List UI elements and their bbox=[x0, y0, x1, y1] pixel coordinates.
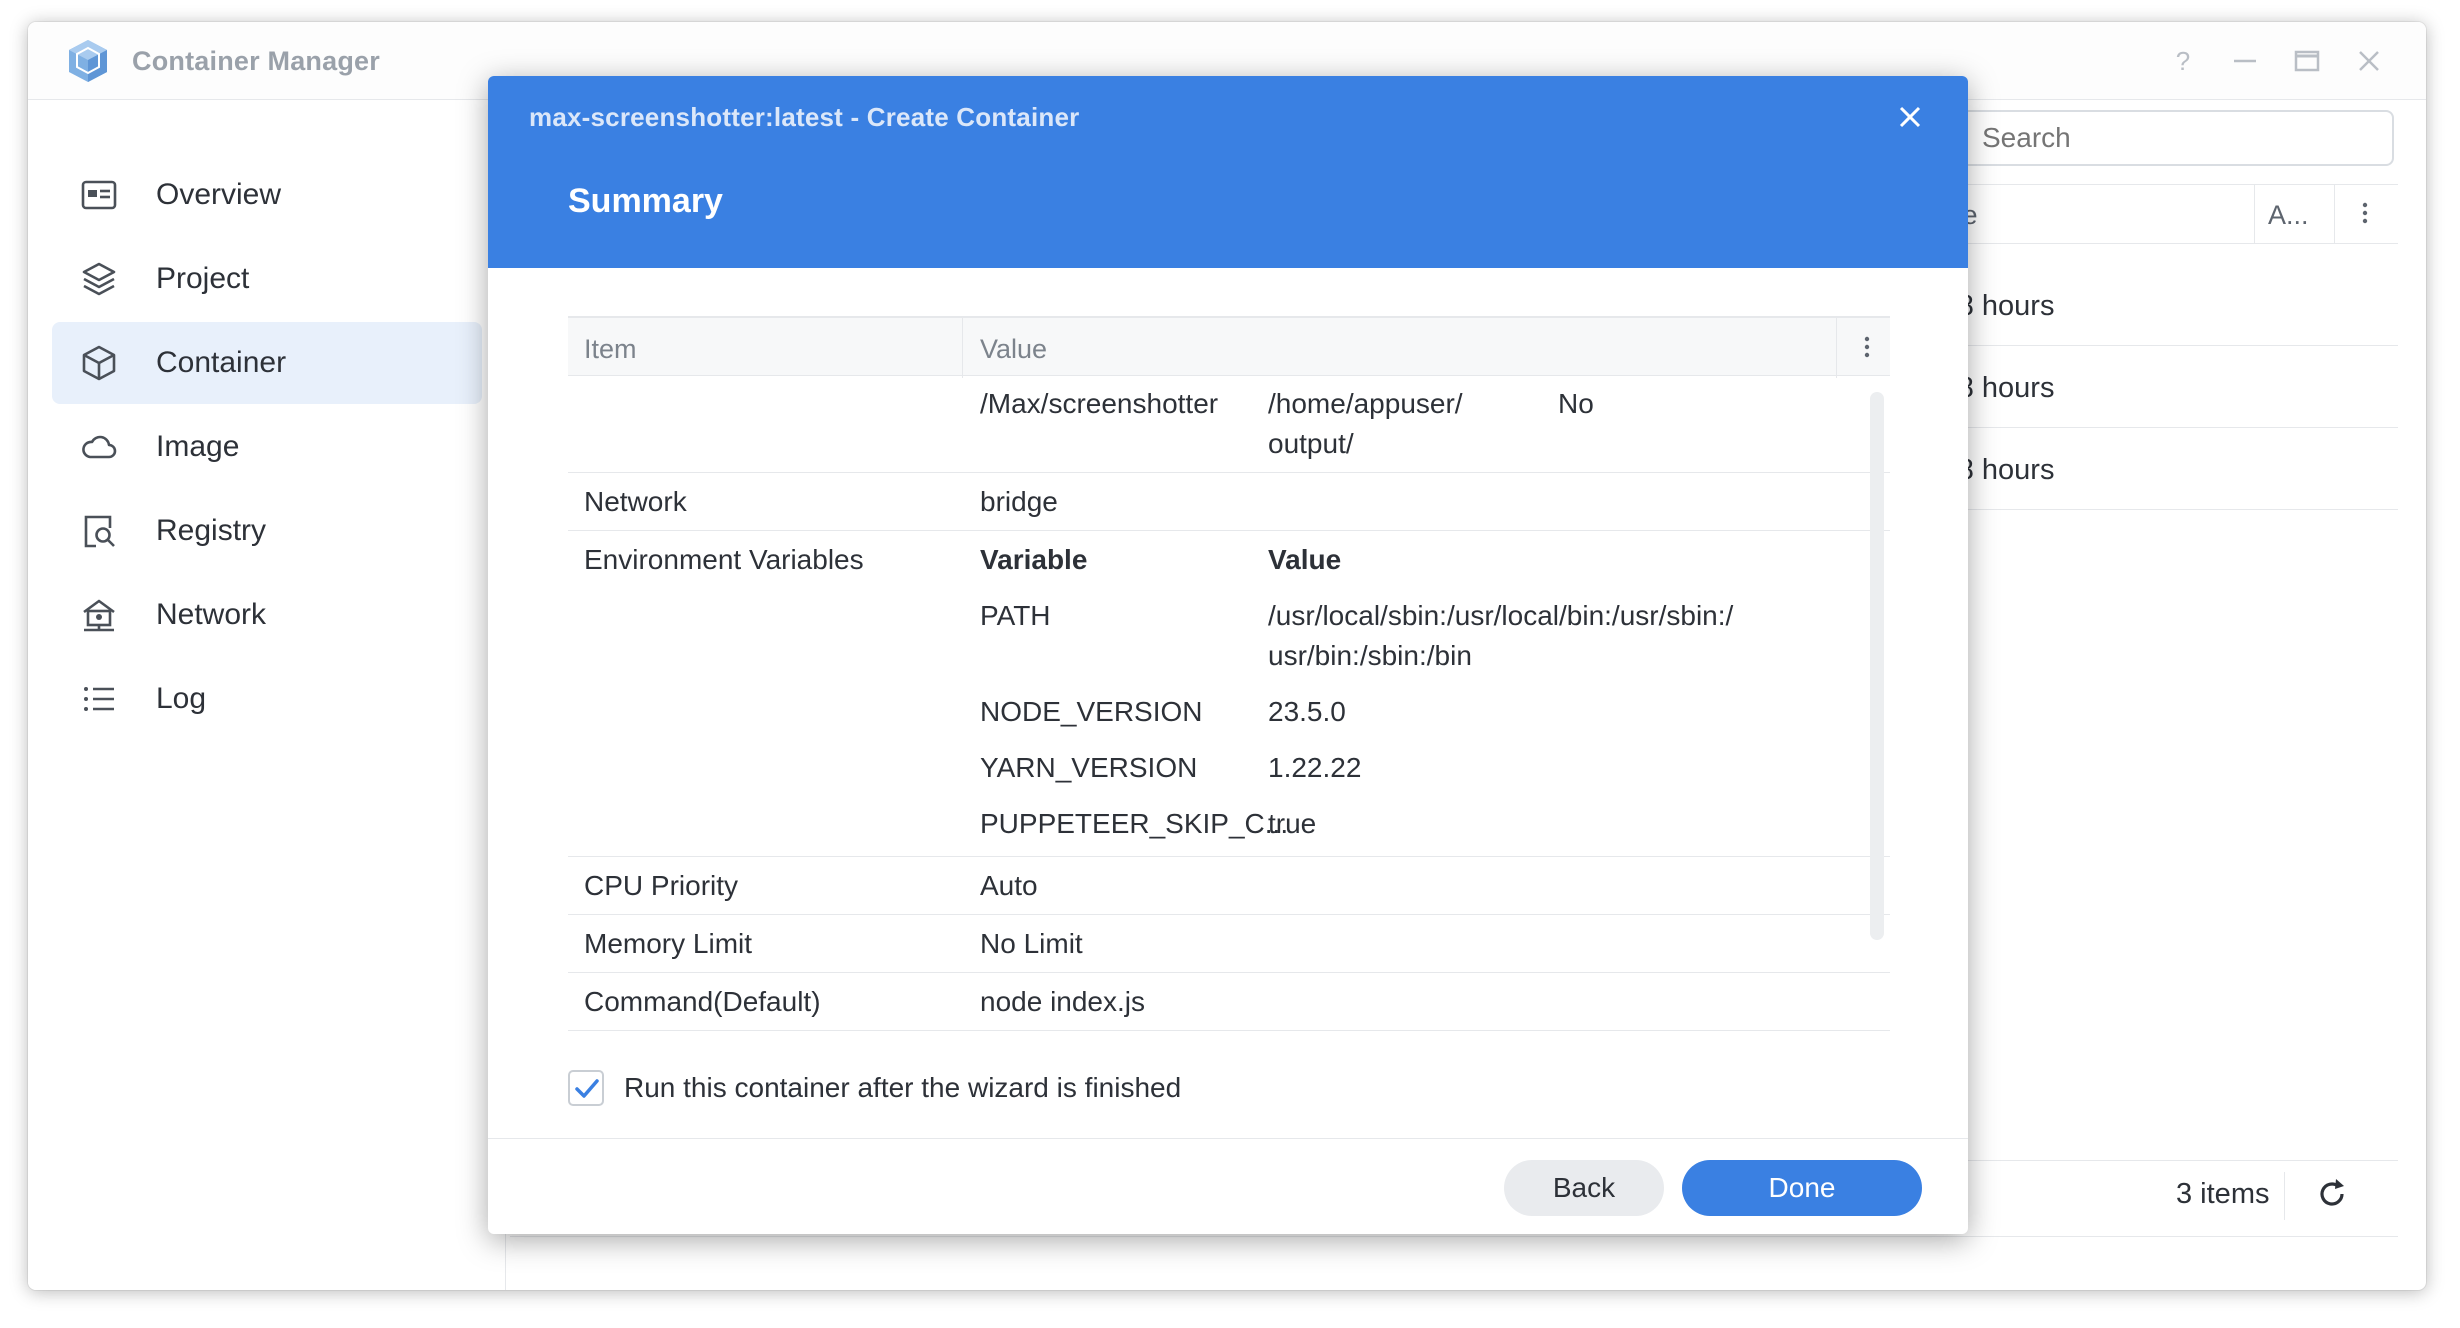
sidebar-item-project[interactable]: Project bbox=[52, 238, 482, 320]
maximize-icon[interactable] bbox=[2290, 44, 2324, 78]
command-label: Command(Default) bbox=[584, 986, 821, 1017]
env-var-name: YARN_VERSION bbox=[980, 752, 1198, 783]
sidebar-item-label: Log bbox=[156, 682, 207, 715]
svg-text:?: ? bbox=[2176, 46, 2190, 76]
sidebar-item-label: Overview bbox=[156, 178, 282, 211]
registry-search-icon bbox=[80, 512, 118, 550]
step-heading: Summary bbox=[568, 182, 723, 220]
cube-icon bbox=[80, 344, 118, 382]
memory-limit-label: Memory Limit bbox=[584, 928, 753, 959]
dialog-title: max-screenshotter:latest - Create Contai… bbox=[529, 102, 1080, 132]
column-separator bbox=[2334, 184, 2335, 244]
env-var-name: NODE_VERSION bbox=[980, 696, 1203, 727]
sidebar-item-label: Network bbox=[156, 598, 267, 631]
network-house-icon bbox=[80, 596, 118, 634]
sidebar-item-registry[interactable]: Registry bbox=[52, 490, 482, 572]
sidebar-item-label: Project bbox=[156, 262, 250, 295]
create-container-dialog: max-screenshotter:latest - Create Contai… bbox=[488, 76, 1968, 1234]
env-header-variable: Variable bbox=[980, 544, 1088, 575]
row-divider bbox=[568, 972, 1890, 973]
volume-readonly: No bbox=[1558, 388, 1594, 419]
sidebar-item-container[interactable]: Container bbox=[52, 322, 482, 404]
row-divider bbox=[568, 856, 1890, 857]
close-icon[interactable] bbox=[2352, 44, 2386, 78]
container-manager-logo-icon bbox=[69, 40, 107, 82]
memory-limit-value: No Limit bbox=[980, 928, 1083, 959]
summary-table: Item Value /Max/screenshotter /home/appu… bbox=[568, 316, 1890, 1102]
column-header-item[interactable]: Item bbox=[584, 334, 637, 365]
sidebar-item-image[interactable]: Image bbox=[52, 406, 482, 488]
env-var-name: PUPPETEER_SKIP_C... bbox=[980, 808, 1289, 839]
env-var-value: 23.5.0 bbox=[1268, 696, 1346, 727]
row-divider bbox=[568, 472, 1890, 473]
row-divider bbox=[568, 530, 1890, 531]
volume-mount-path: output/ bbox=[1268, 428, 1354, 459]
search-input[interactable] bbox=[1920, 110, 2394, 166]
cpu-priority-label: CPU Priority bbox=[584, 870, 739, 901]
env-var-value: usr/bin:/sbin:/bin bbox=[1268, 640, 1472, 671]
sidebar-item-label: Image bbox=[156, 430, 240, 463]
cpu-priority-value: Auto bbox=[980, 870, 1038, 901]
volume-mount-path: /home/appuser/ bbox=[1268, 388, 1463, 419]
sidebar-item-label: Registry bbox=[156, 514, 267, 547]
footer-separator bbox=[2284, 1172, 2285, 1220]
column-header-value[interactable]: Value bbox=[980, 334, 1047, 365]
column-separator bbox=[962, 318, 963, 378]
items-count: 3 items bbox=[2176, 1178, 2270, 1210]
dialog-header: max-screenshotter:latest - Create Contai… bbox=[488, 76, 1968, 268]
column-separator bbox=[2254, 184, 2255, 244]
done-button[interactable]: Done bbox=[1682, 1160, 1922, 1216]
row-divider bbox=[568, 1030, 1890, 1031]
env-var-value: true bbox=[1268, 808, 1317, 839]
env-var-value: /usr/local/sbin:/usr/local/bin:/usr/sbin… bbox=[1268, 600, 1734, 631]
background-table-header bbox=[1928, 184, 2398, 244]
column-separator bbox=[1836, 318, 1837, 378]
app-title: Container Manager bbox=[132, 46, 380, 76]
env-var-name: PATH bbox=[980, 600, 1051, 631]
cloud-icon bbox=[80, 428, 118, 466]
network-value: bridge bbox=[980, 486, 1058, 517]
summary-table-header: Item Value bbox=[568, 316, 1890, 378]
list-icon bbox=[80, 680, 118, 718]
footer-divider bbox=[510, 1236, 2398, 1237]
sidebar-item-label: Container bbox=[156, 346, 287, 379]
column-options-icon[interactable] bbox=[1852, 332, 1882, 362]
env-header-value: Value bbox=[1268, 544, 1342, 575]
layers-icon bbox=[80, 260, 118, 298]
sidebar-item-network[interactable]: Network bbox=[52, 574, 482, 656]
run-after-wizard-checkbox[interactable] bbox=[568, 1070, 604, 1106]
summary-scrollbar[interactable] bbox=[1870, 392, 1884, 940]
column-header-a[interactable]: A... bbox=[2268, 200, 2309, 231]
row-divider bbox=[568, 914, 1890, 915]
sidebar-item-overview[interactable]: Overview bbox=[52, 154, 482, 236]
dialog-footer-divider bbox=[488, 1138, 1968, 1139]
run-after-wizard-label[interactable]: Run this container after the wizard is f… bbox=[624, 1070, 1181, 1106]
help-icon[interactable]: ? bbox=[2166, 44, 2200, 78]
dialog-close-icon[interactable] bbox=[1893, 100, 1927, 134]
refresh-icon[interactable] bbox=[2314, 1176, 2350, 1212]
volume-host-path: /Max/screenshotter bbox=[980, 388, 1219, 419]
back-button[interactable]: Back bbox=[1504, 1160, 1664, 1216]
command-value: node index.js bbox=[980, 986, 1146, 1017]
network-label: Network bbox=[584, 486, 687, 517]
column-options-icon[interactable] bbox=[2350, 198, 2380, 228]
minimize-icon[interactable] bbox=[2228, 44, 2262, 78]
env-var-value: 1.22.22 bbox=[1268, 752, 1362, 783]
sidebar: Overview Project Container Image Registr… bbox=[28, 100, 506, 1290]
sidebar-item-log[interactable]: Log bbox=[52, 658, 482, 740]
overview-icon bbox=[80, 176, 118, 214]
env-label: Environment Variables bbox=[584, 544, 864, 575]
